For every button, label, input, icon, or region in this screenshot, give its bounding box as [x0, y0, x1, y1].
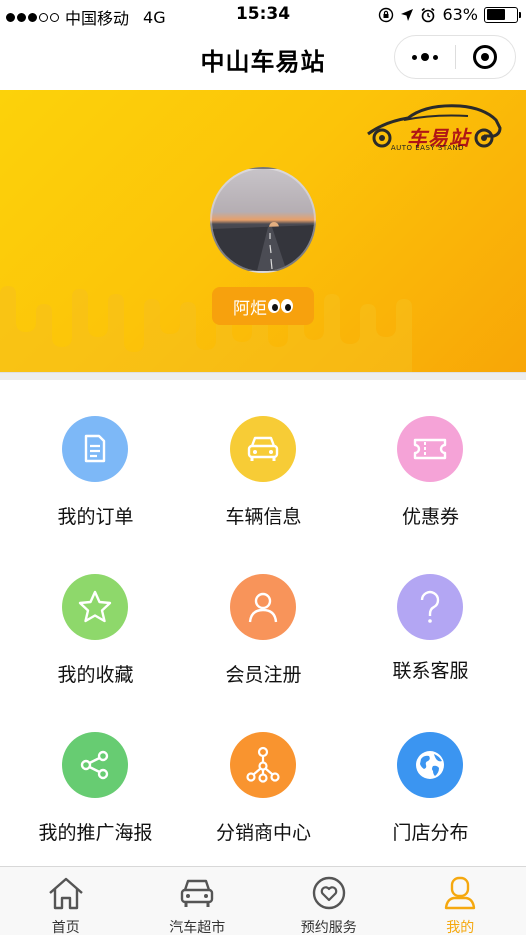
- tab-label: 首页: [51, 920, 80, 935]
- profile-banner: 车易站 AUTO EASY STAND 阿炬: [0, 90, 526, 372]
- status-right: 63%: [378, 5, 521, 24]
- star-icon: [62, 574, 128, 640]
- tab-mine[interactable]: 我的: [395, 867, 526, 935]
- tab-booking-service[interactable]: 预约服务: [263, 867, 395, 935]
- grid-label: 我的推广海报: [38, 822, 153, 844]
- car-icon: [230, 416, 296, 482]
- grid-item-distributor-center[interactable]: 分销商中心: [176, 696, 351, 854]
- grid-label: 会员注册: [225, 664, 302, 686]
- eyes-emoji-icon: [268, 299, 293, 313]
- rotation-lock-icon: [379, 7, 394, 22]
- user-icon: [230, 574, 296, 640]
- section-divider: [0, 372, 526, 380]
- grid-item-my-orders[interactable]: 我的订单: [8, 380, 183, 538]
- mini-program-capsule: [394, 35, 516, 79]
- grid-label: 分销商中心: [215, 822, 311, 844]
- avatar-photo: [212, 222, 314, 271]
- home-icon: [48, 877, 83, 910]
- network-icon: [230, 732, 296, 798]
- grid-item-coupons[interactable]: 优惠券: [343, 380, 518, 538]
- tab-home[interactable]: 首页: [0, 867, 132, 935]
- battery-icon: [484, 6, 521, 23]
- tab-label: 汽车超市: [169, 920, 226, 935]
- tab-label: 预约服务: [300, 920, 357, 935]
- grid-item-member-register[interactable]: 会员注册: [176, 538, 351, 696]
- close-target-icon: [473, 45, 498, 69]
- grid-item-store-locations[interactable]: 门店分布: [343, 696, 518, 854]
- grid-item-promo-poster[interactable]: 我的推广海报: [8, 696, 183, 854]
- status-bar: 中国移动 4G 15:34 63%: [0, 0, 526, 30]
- question-icon: [397, 574, 463, 640]
- tab-car-market[interactable]: 汽车超市: [132, 867, 264, 935]
- grid-item-vehicle-info[interactable]: 车辆信息: [176, 380, 351, 538]
- grid-label: 我的收藏: [57, 664, 134, 686]
- share-icon: [62, 732, 128, 798]
- user-avatar[interactable]: [210, 167, 316, 273]
- grid-label: 门店分布: [392, 822, 469, 844]
- grid-label: 我的订单: [57, 506, 134, 528]
- grid-item-customer-service[interactable]: 联系客服: [343, 538, 518, 696]
- car-icon: [181, 879, 214, 907]
- user-name-badge: 阿炬: [212, 287, 314, 325]
- grid-label: 车辆信息: [225, 506, 302, 528]
- close-mini-program-button[interactable]: [455, 36, 515, 78]
- document-icon: [62, 416, 128, 482]
- grid-label: 联系客服: [392, 660, 469, 682]
- user-name: 阿炬: [233, 298, 267, 319]
- tab-label: 我的: [446, 920, 475, 935]
- grid-item-favorites[interactable]: 我的收藏: [8, 538, 183, 696]
- globe-icon: [397, 732, 463, 798]
- brand-logo-subtitle: AUTO EASY STAND: [390, 144, 464, 152]
- heart-icon: [312, 876, 345, 910]
- bottom-tab-bar: 首页 汽车超市 预约服务 我的: [0, 866, 526, 935]
- grid-label: 优惠券: [401, 506, 459, 528]
- more-options-button[interactable]: [395, 36, 455, 78]
- battery-percent: 63%: [442, 5, 478, 24]
- ticket-icon: [397, 416, 463, 482]
- location-icon: [401, 8, 414, 21]
- person-icon: [445, 876, 476, 910]
- navigation-bar: 中山车易站: [0, 30, 526, 90]
- alarm-icon: [421, 7, 435, 22]
